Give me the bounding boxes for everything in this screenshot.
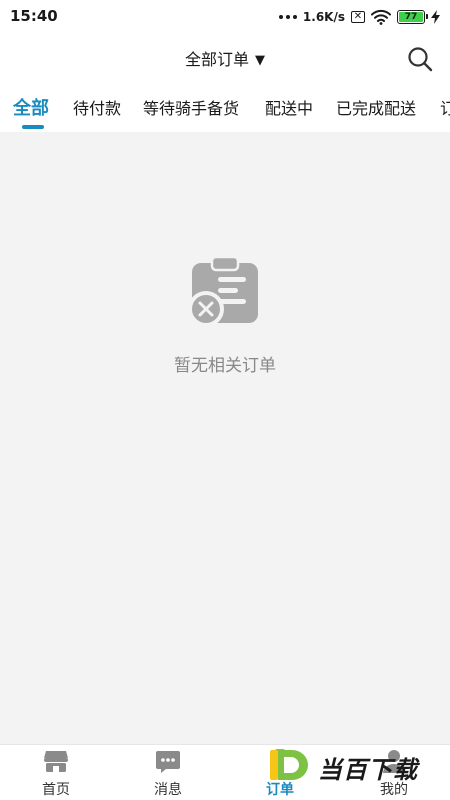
empty-state-message: 暂无相关订单 [174, 356, 276, 376]
watermark-text: 当百下载 [318, 756, 418, 784]
order-status-tabs: 全部 待付款 等待骑手备货 配送中 已完成配送 订 [0, 84, 450, 132]
dropdown-caret-icon: ▼ [255, 53, 265, 68]
battery-level: 77 [399, 12, 423, 22]
search-button[interactable] [404, 43, 436, 75]
tab-pending-payment[interactable]: 待付款 [73, 95, 121, 119]
tab-awaiting-rider[interactable]: 等待骑手备货 [143, 95, 239, 119]
nav-messages-label: 消息 [154, 782, 182, 798]
header-bar: 全部订单 ▼ [0, 34, 450, 84]
tab-delivered[interactable]: 已完成配送 [336, 95, 416, 119]
nav-messages[interactable]: 消息 [138, 745, 198, 800]
search-icon [408, 47, 433, 72]
store-icon [44, 751, 68, 772]
active-tab-indicator [22, 125, 44, 129]
status-bar: 15:40 1.6K/s ✕ 77 [0, 0, 450, 34]
tab-all[interactable]: 全部 [13, 94, 49, 120]
order-filter-dropdown[interactable]: 全部订单 ▼ [0, 46, 450, 70]
sim-card-icon: ✕ [351, 11, 365, 23]
battery-icon: 77 [397, 10, 428, 24]
orders-screen: 15:40 1.6K/s ✕ 77 全部订单 ▼ 全部 待付款 等待骑手备货 配… [0, 0, 450, 800]
nav-home-label: 首页 [42, 782, 70, 798]
more-dots-icon [278, 15, 297, 19]
charging-bolt-icon [431, 10, 440, 24]
clipboard-cancel-icon [188, 255, 258, 327]
status-indicators: 1.6K/s ✕ 77 [278, 6, 440, 28]
wifi-icon [371, 9, 391, 25]
nav-home[interactable]: 首页 [26, 745, 86, 800]
order-list-area: 暂无相关订单 [0, 132, 450, 744]
status-time: 15:40 [10, 7, 58, 25]
watermark-logo-icon [270, 750, 308, 780]
tab-delivering[interactable]: 配送中 [265, 95, 313, 119]
header-title: 全部订单 [184, 50, 249, 69]
watermark: 当百下载 [268, 746, 444, 786]
chat-icon [156, 751, 180, 773]
network-speed: 1.6K/s [302, 10, 345, 24]
tab-more-partial[interactable]: 订 [440, 95, 450, 119]
